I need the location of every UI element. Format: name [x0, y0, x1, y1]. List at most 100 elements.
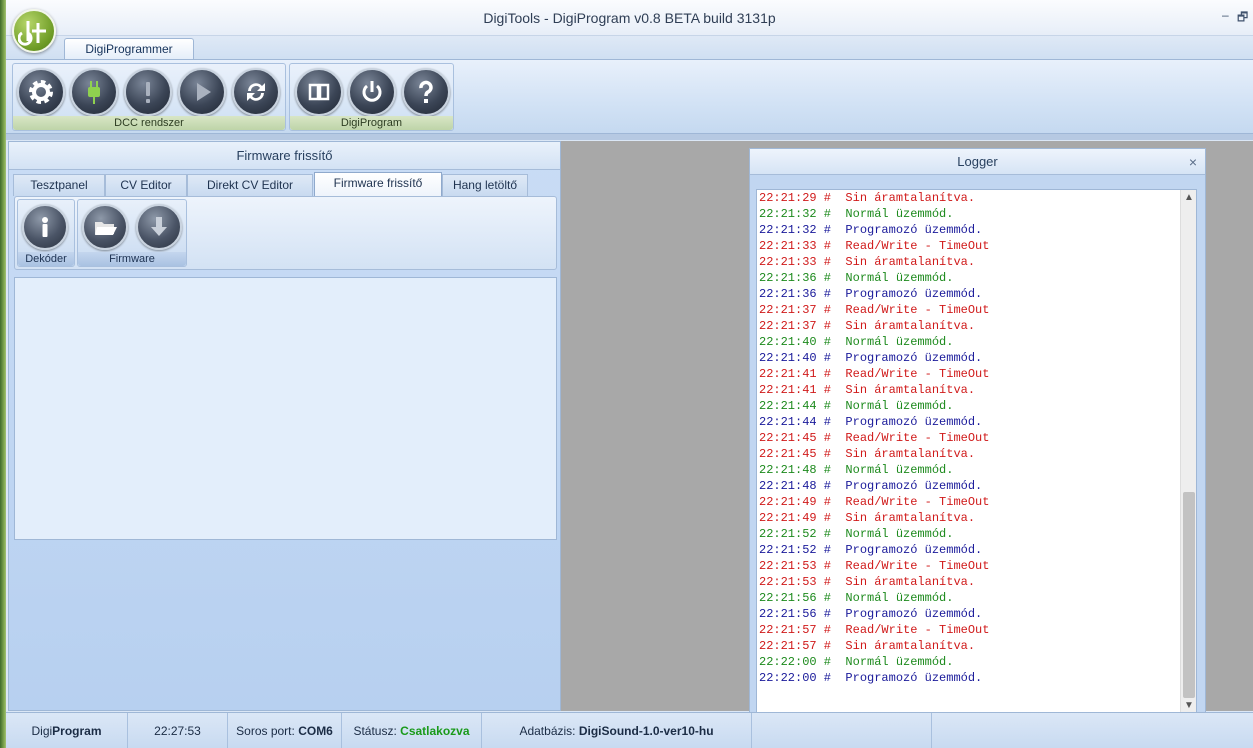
restore-button[interactable]: 🗗 [1237, 8, 1248, 29]
app-window: DigiTools - DigiProgram v0.8 BETA build … [6, 0, 1253, 748]
log-message: Sin áramtalanítva. [845, 511, 976, 525]
log-time: 22:21:53 [759, 559, 817, 573]
decoder-info-button[interactable] [22, 204, 68, 250]
log-message: Normál üzemmód. [845, 207, 954, 221]
log-time: 22:21:33 [759, 255, 817, 269]
status-connection-label: Státusz: [353, 724, 397, 738]
log-line: 22:21:48 # Programozó üzemmód. [759, 479, 983, 493]
tab-direkt-cv-editor[interactable]: Direkt CV Editor [187, 174, 313, 196]
layout-button[interactable] [295, 68, 343, 116]
log-line: 22:21:32 # Normál üzemmód. [759, 207, 954, 221]
logger-panel: Logger × 22:21:29 # Sin áramtalanítva. 22… [749, 148, 1206, 715]
scroll-up-icon[interactable]: ▲ [1181, 190, 1196, 206]
log-line: 22:21:49 # Sin áramtalanítva. [759, 511, 976, 525]
log-time: 22:22:00 [759, 671, 817, 685]
app-logo[interactable] [12, 9, 56, 53]
log-line: 22:21:45 # Read/Write - TimeOut [759, 431, 990, 445]
status-database: Adatbázis: DigiSound-1.0-ver10-hu [482, 713, 752, 748]
log-line: 22:21:32 # Programozó üzemmód. [759, 223, 983, 237]
log-message: Sin áramtalanítva. [845, 575, 976, 589]
status-db-label: Adatbázis: [519, 724, 576, 738]
tab-firmware-frissito[interactable]: Firmware frissítő [314, 172, 442, 197]
group-dekoder: Dekóder [17, 199, 75, 267]
log-message: Sin áramtalanítva. [845, 319, 976, 333]
download-icon [151, 217, 167, 236]
log-message: Sin áramtalanítva. [845, 191, 976, 205]
ribbon: DCC rendszer DigiProgram [6, 59, 1253, 134]
panel-tab-strip: Tesztpanel CV Editor Direkt CV Editor Fi… [9, 172, 560, 197]
minimize-button[interactable]: – [1222, 8, 1229, 22]
log-line: 22:22:00 # Normál üzemmód. [759, 655, 954, 669]
log-time: 22:21:44 [759, 399, 817, 413]
log-line: 22:21:40 # Programozó üzemmód. [759, 351, 983, 365]
log-area[interactable]: 22:21:29 # Sin áramtalanítva. 22:21:32 # … [756, 189, 1197, 715]
status-clock: 22:27:53 [128, 713, 228, 748]
log-time: 22:21:48 [759, 479, 817, 493]
log-message: Normál üzemmód. [845, 335, 954, 349]
log-message: Sin áramtalanítva. [845, 639, 976, 653]
log-time: 22:21:52 [759, 527, 817, 541]
alert-button[interactable] [124, 68, 172, 116]
group-firmware: Firmware [77, 199, 187, 267]
log-message: Normál üzemmód. [845, 527, 954, 541]
power-button[interactable] [348, 68, 396, 116]
log-message: Read/Write - TimeOut [845, 239, 990, 253]
columns-icon [308, 83, 330, 101]
logger-title-text: Logger [957, 154, 998, 169]
log-line: 22:21:37 # Sin áramtalanítva. [759, 319, 976, 333]
logger-title: Logger × [750, 149, 1205, 175]
open-firmware-button[interactable] [82, 204, 128, 250]
group-dcc-rendszer: DCC rendszer [12, 63, 286, 131]
tab-cv-editor[interactable]: CV Editor [105, 174, 187, 196]
settings-button[interactable] [17, 68, 65, 116]
log-message: Read/Write - TimeOut [845, 623, 990, 637]
tab-tesztpanel[interactable]: Tesztpanel [13, 174, 105, 196]
log-line: 22:21:52 # Normál üzemmód. [759, 527, 954, 541]
log-line: 22:21:57 # Sin áramtalanítva. [759, 639, 976, 653]
group-label-dcc: DCC rendszer [13, 116, 285, 130]
run-button[interactable] [178, 68, 226, 116]
log-time: 22:21:44 [759, 415, 817, 429]
refresh-button[interactable] [232, 68, 280, 116]
log-line: 22:21:48 # Normál üzemmód. [759, 463, 954, 477]
power-icon [362, 81, 382, 102]
log-line: 22:21:52 # Programozó üzemmód. [759, 543, 983, 557]
connect-button[interactable] [70, 68, 118, 116]
group-digiprogram: DigiProgram [289, 63, 454, 131]
log-message: Normál üzemmód. [845, 463, 954, 477]
plug-icon [88, 81, 100, 104]
log-line: 22:21:40 # Normál üzemmód. [759, 335, 954, 349]
log-line: 22:21:33 # Read/Write - TimeOut [759, 239, 990, 253]
status-db-value: DigiSound-1.0-ver10-hu [578, 724, 714, 738]
log-time: 22:21:57 [759, 639, 817, 653]
help-button[interactable] [402, 68, 450, 116]
ribbon-tab-digiprogrammer[interactable]: DigiProgrammer [64, 38, 194, 60]
log-line: 22:21:41 # Read/Write - TimeOut [759, 367, 990, 381]
log-time: 22:21:40 [759, 335, 817, 349]
log-time: 22:22:00 [759, 655, 817, 669]
log-time: 22:21:40 [759, 351, 817, 365]
log-time: 22:21:48 [759, 463, 817, 477]
log-line: 22:21:44 # Programozó üzemmód. [759, 415, 983, 429]
log-time: 22:21:53 [759, 575, 817, 589]
log-time: 22:21:36 [759, 271, 817, 285]
status-port: Soros port: COM6 [228, 713, 342, 748]
log-message: Normál üzemmód. [845, 271, 954, 285]
scroll-thumb[interactable] [1183, 492, 1195, 698]
log-time: 22:21:29 [759, 191, 817, 205]
status-port-value: COM6 [298, 724, 333, 738]
log-line: 22:21:45 # Sin áramtalanítva. [759, 447, 976, 461]
exclamation-icon [146, 82, 150, 103]
log-message: Sin áramtalanítva. [845, 447, 976, 461]
tab-hang-letolto[interactable]: Hang letöltő [442, 174, 528, 196]
log-message: Read/Write - TimeOut [845, 431, 990, 445]
close-icon[interactable]: × [1189, 149, 1197, 175]
log-line: 22:21:36 # Normál üzemmód. [759, 271, 954, 285]
flash-firmware-button[interactable] [136, 204, 182, 250]
log-scrollbar[interactable]: ▲ ▼ [1180, 190, 1196, 714]
log-message: Programozó üzemmód. [845, 543, 983, 557]
log-time: 22:21:45 [759, 447, 817, 461]
log-line: 22:21:53 # Sin áramtalanítva. [759, 575, 976, 589]
log-message: Normál üzemmód. [845, 591, 954, 605]
firmware-panel: Firmware frissítő Tesztpanel CV Editor D… [8, 141, 561, 711]
